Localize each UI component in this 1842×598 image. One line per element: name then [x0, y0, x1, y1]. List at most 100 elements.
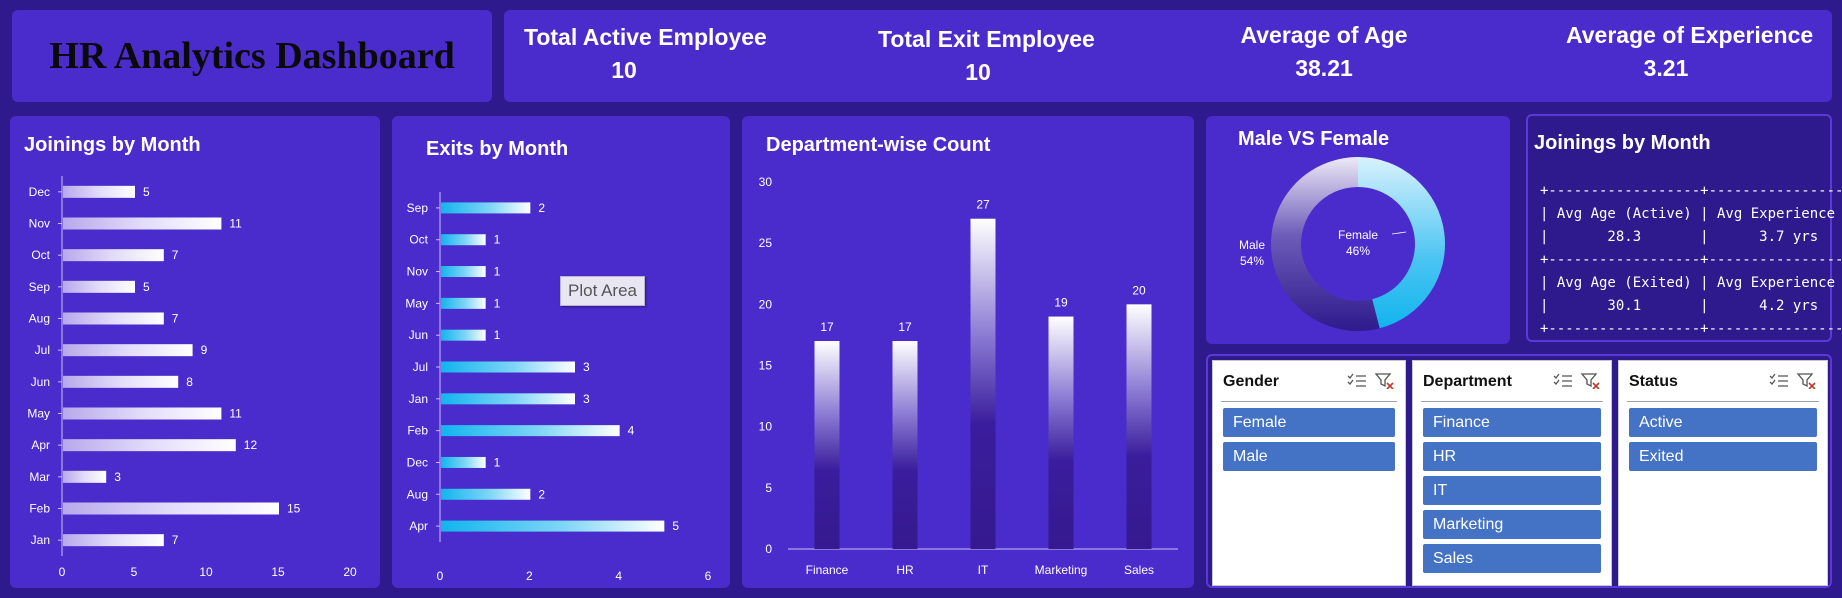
- bar: [441, 361, 575, 373]
- y-tick-label: 25: [759, 236, 773, 250]
- slicer-title: Status: [1629, 373, 1678, 390]
- bar: [441, 393, 575, 405]
- bar: [63, 534, 164, 547]
- bar: [63, 407, 222, 420]
- category-label: May: [27, 407, 50, 421]
- category-label: Sep: [407, 201, 429, 215]
- info-line: | 28.3 | 3.7 yrs |: [1540, 229, 1819, 245]
- info-line: | Avg Age (Exited) | Avg Experience |: [1540, 275, 1836, 291]
- bar: [441, 234, 486, 246]
- x-tick-label: 4: [615, 569, 622, 583]
- multi-select-icon[interactable]: [1769, 373, 1791, 391]
- slicer-item-exited[interactable]: Exited: [1629, 442, 1817, 471]
- slice-label: Male: [1239, 238, 1265, 252]
- category-label: Jul: [413, 360, 428, 374]
- slicer-item-it[interactable]: IT: [1423, 476, 1601, 505]
- info-line: +------------------+-------------------+: [1540, 321, 1842, 337]
- slicer-item-sales[interactable]: Sales: [1423, 544, 1601, 573]
- multi-select-icon[interactable]: [1347, 373, 1369, 391]
- slicer-item-female[interactable]: Female: [1223, 408, 1395, 437]
- info-line: | 30.1 | 4.2 yrs |: [1540, 298, 1819, 314]
- category-label: Mar: [29, 470, 50, 484]
- bar: [441, 202, 531, 214]
- bar: [892, 341, 918, 549]
- gender-donut-chart: Female 46% Male 54%: [1239, 157, 1445, 331]
- title-panel: HR Analytics Dashboard: [12, 10, 492, 102]
- bar: [63, 217, 222, 230]
- kpi-value: 38.21: [1295, 55, 1353, 81]
- y-tick-label: 0: [765, 542, 772, 556]
- category-label: Finance: [806, 563, 849, 577]
- slicer-header: Department: [1413, 361, 1611, 395]
- x-tick-label: 0: [59, 565, 66, 579]
- bar: [814, 341, 840, 549]
- category-label: Sep: [29, 280, 51, 294]
- kpi-label: Total Active Employee: [524, 24, 767, 50]
- slicer-item-active[interactable]: Active: [1629, 408, 1817, 437]
- y-tick-label: 30: [759, 175, 773, 189]
- slicer-title: Department: [1423, 373, 1512, 390]
- info-line: +------------------+-------------------+: [1540, 252, 1842, 268]
- category-label: Jul: [35, 343, 50, 357]
- bar: [63, 502, 279, 515]
- clear-filter-icon[interactable]: [1580, 373, 1603, 391]
- gender-chart-panel: Male VS Female Female 46% Male 54%: [1206, 116, 1510, 344]
- joinings-bar-chart: Dec 5 Nov 11 Oct 7 Sep 5 Aug 7 Jul 9 Jun 8 May 11 Apr 12 M…: [27, 176, 357, 579]
- slicer-item-marketing[interactable]: Marketing: [1423, 510, 1601, 539]
- y-tick-label: 20: [759, 297, 773, 311]
- data-label: 17: [898, 320, 912, 334]
- category-label: Jun: [409, 328, 428, 342]
- category-label: Dec: [29, 185, 50, 199]
- data-label: 27: [976, 198, 990, 212]
- info-table: +------------------+-------------------+…: [1540, 180, 1842, 341]
- category-label: Apr: [409, 519, 428, 533]
- dashboard-title: HR Analytics Dashboard: [49, 35, 455, 77]
- x-tick-label: 6: [705, 569, 712, 583]
- clear-filter-icon[interactable]: [1796, 373, 1819, 391]
- data-label: 3: [583, 392, 590, 406]
- category-label: HR: [896, 563, 914, 577]
- bar: [63, 470, 107, 483]
- kpi-value: 10: [965, 59, 991, 85]
- data-label: 1: [494, 328, 501, 342]
- bar: [63, 280, 135, 293]
- data-label: 1: [494, 233, 501, 247]
- bar: [63, 375, 179, 388]
- slicer-item-male[interactable]: Male: [1223, 442, 1395, 471]
- slicer-title: Gender: [1223, 373, 1280, 390]
- bar: [441, 425, 620, 437]
- category-label: Sales: [1124, 563, 1154, 577]
- category-label: IT: [978, 563, 989, 577]
- data-label: 9: [201, 343, 208, 357]
- slicer-gender: Gender Female Male: [1212, 360, 1406, 586]
- category-label: Nov: [29, 217, 50, 231]
- slicer-item-finance[interactable]: Finance: [1423, 408, 1601, 437]
- data-label: 11: [229, 407, 242, 421]
- kpi-panel: Total Active Employee 10 Total Exit Empl…: [504, 10, 1832, 102]
- x-tick-label: 0: [437, 569, 444, 583]
- data-label: 17: [820, 320, 834, 334]
- category-label: Apr: [31, 438, 50, 452]
- bar: [63, 344, 193, 357]
- clear-filter-icon[interactable]: [1374, 373, 1397, 391]
- data-label: 7: [172, 533, 179, 547]
- category-label: Jan: [31, 533, 50, 547]
- kpi-average-age: Average of Age 38.21: [1224, 22, 1424, 82]
- x-tick-label: 20: [343, 565, 357, 579]
- bar: [441, 297, 486, 309]
- slicer-status: Status Active Exited: [1618, 360, 1828, 586]
- bar: [63, 249, 164, 262]
- exits-chart-panel: Exits by Month Sep 2 Oct 1 Nov 1 May 1 Jun 1 Jul 3 J…: [392, 116, 730, 588]
- category-label: Feb: [29, 502, 50, 516]
- y-tick-label: 10: [759, 420, 773, 434]
- slicer-department: Department Finance HR IT Marketing Sales: [1412, 360, 1612, 586]
- x-tick-label: 5: [131, 565, 138, 579]
- data-label: 19: [1054, 296, 1068, 310]
- data-label: 7: [172, 312, 179, 326]
- multi-select-icon[interactable]: [1553, 373, 1575, 391]
- data-label: 3: [114, 470, 121, 484]
- slicer-item-hr[interactable]: HR: [1423, 442, 1601, 471]
- category-label: Aug: [29, 312, 50, 326]
- y-tick-label: 15: [759, 359, 773, 373]
- kpi-label: Average of Age: [1240, 22, 1408, 48]
